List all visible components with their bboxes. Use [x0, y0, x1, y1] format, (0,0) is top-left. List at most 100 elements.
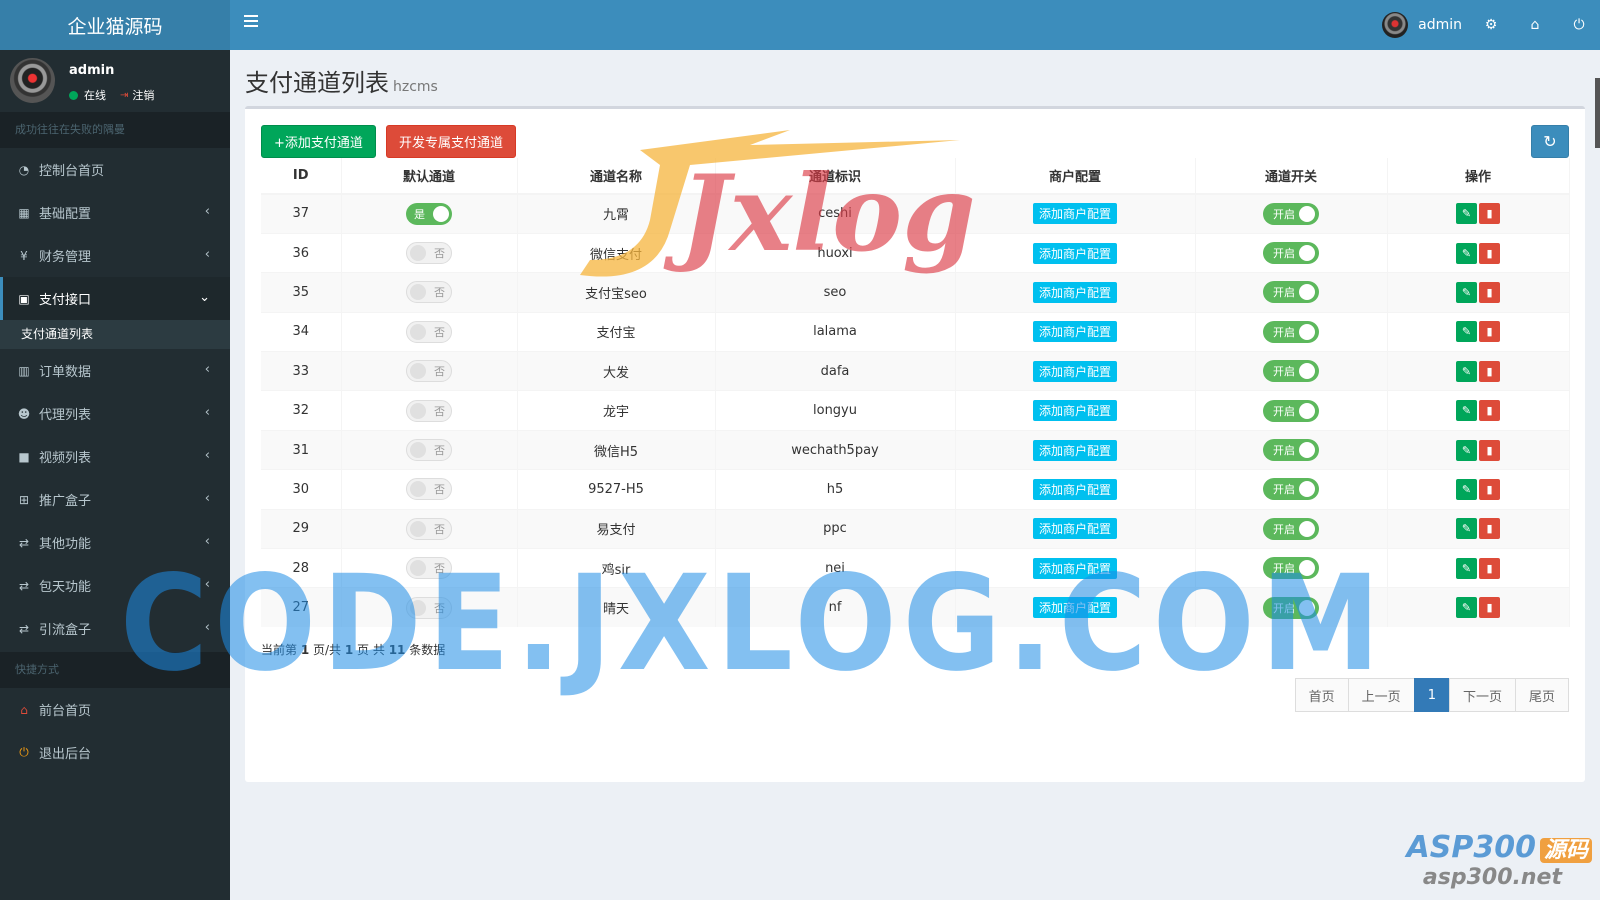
- edit-button[interactable]: ✎: [1456, 203, 1477, 225]
- edit-button[interactable]: ✎: [1456, 439, 1477, 461]
- default-switch[interactable]: 是: [406, 202, 452, 225]
- default-switch[interactable]: 否: [406, 242, 452, 265]
- sidebar-item-videos[interactable]: ■ 视频列表 ‹: [0, 435, 230, 478]
- add-merchant-config-button[interactable]: 添加商户配置: [1032, 321, 1117, 343]
- home-icon[interactable]: ⌂: [1528, 17, 1542, 33]
- cell-merchant: 添加商户配置: [955, 311, 1196, 352]
- page-scrollbar[interactable]: [1595, 78, 1600, 148]
- cell-code: ppc: [715, 508, 956, 549]
- cell-code: lalama: [715, 311, 956, 352]
- default-switch[interactable]: 否: [406, 478, 452, 501]
- retweet-icon: ⇄: [18, 578, 30, 593]
- edit-button[interactable]: ✎: [1456, 360, 1477, 382]
- cell-name: 龙宇: [517, 390, 716, 431]
- delete-button[interactable]: ▮: [1479, 518, 1500, 540]
- sidebar-item-orders[interactable]: ▥ 订单数据 ‹: [0, 349, 230, 392]
- page-last-button[interactable]: 尾页: [1514, 678, 1569, 712]
- trash-icon: ▮: [1486, 285, 1493, 299]
- edit-button[interactable]: ✎: [1456, 242, 1477, 264]
- add-channel-button[interactable]: +添加支付通道: [261, 125, 376, 158]
- channel-switch[interactable]: 开启: [1263, 360, 1319, 383]
- default-switch[interactable]: 否: [406, 320, 452, 343]
- cell-id: 35: [261, 272, 342, 313]
- edit-button[interactable]: ✎: [1456, 557, 1477, 579]
- sidebar-item-dashboard[interactable]: ◔ 控制台首页: [0, 148, 230, 191]
- page-next-button[interactable]: 下一页: [1448, 678, 1516, 712]
- sidebar-item-agents[interactable]: ☻ 代理列表 ‹: [0, 392, 230, 435]
- sidebar-item-finance[interactable]: ¥ 财务管理 ‹: [0, 234, 230, 277]
- channel-switch-label: 开启: [1273, 325, 1295, 339]
- navbar-username[interactable]: admin: [1418, 17, 1462, 33]
- add-merchant-config-button[interactable]: 添加商户配置: [1032, 518, 1117, 540]
- channel-switch[interactable]: 开启: [1263, 242, 1319, 265]
- edit-button[interactable]: ✎: [1456, 321, 1477, 343]
- logout-link[interactable]: 注销: [132, 87, 154, 103]
- edit-button[interactable]: ✎: [1456, 597, 1477, 619]
- sidebar-item-label: 其他功能: [39, 537, 92, 552]
- channel-switch[interactable]: 开启: [1263, 517, 1319, 540]
- delete-button[interactable]: ▮: [1479, 439, 1500, 461]
- add-merchant-config-button[interactable]: 添加商户配置: [1032, 203, 1117, 225]
- delete-button[interactable]: ▮: [1479, 360, 1500, 382]
- edit-button[interactable]: ✎: [1456, 518, 1477, 540]
- avatar: [10, 58, 55, 103]
- add-merchant-config-button[interactable]: 添加商户配置: [1032, 360, 1117, 382]
- default-switch[interactable]: 否: [406, 439, 452, 462]
- channel-switch[interactable]: 开启: [1263, 399, 1319, 422]
- channel-switch[interactable]: 开启: [1263, 281, 1319, 304]
- delete-button[interactable]: ▮: [1479, 242, 1500, 264]
- channel-switch[interactable]: 开启: [1263, 202, 1319, 225]
- jxlog-watermark-text: Jxlog: [663, 151, 976, 275]
- default-switch[interactable]: 否: [406, 360, 452, 383]
- delete-button[interactable]: ▮: [1479, 597, 1500, 619]
- cell-name: 大发: [517, 351, 716, 391]
- edit-button[interactable]: ✎: [1456, 478, 1477, 500]
- add-merchant-config-button[interactable]: 添加商户配置: [1032, 242, 1117, 264]
- add-merchant-config-button[interactable]: 添加商户配置: [1032, 281, 1117, 303]
- sidebar-subitem-channel-list[interactable]: 支付通道列表: [0, 320, 230, 349]
- refresh-button[interactable]: ↻: [1531, 125, 1569, 158]
- power-icon[interactable]: ⏻: [1572, 17, 1586, 33]
- table-row: 33 否大发 dafa 添加商户配置 开启 ✎ ▮: [261, 351, 1570, 391]
- delete-button[interactable]: ▮: [1479, 203, 1500, 225]
- app-logo[interactable]: 企业猫源码: [0, 0, 230, 50]
- delete-button[interactable]: ▮: [1479, 478, 1500, 500]
- delete-button[interactable]: ▮: [1479, 557, 1500, 579]
- chevron-left-icon: ‹: [204, 362, 210, 377]
- default-switch[interactable]: 否: [406, 399, 452, 422]
- logout-icon[interactable]: ⇥: [120, 90, 128, 101]
- switch-knob: [1299, 520, 1315, 537]
- edit-button[interactable]: ✎: [1456, 400, 1477, 422]
- cell-switch: 开启: [1195, 311, 1388, 352]
- cell-actions: ✎ ▮: [1387, 311, 1570, 352]
- sidebar-item-promo-box[interactable]: ⊞ 推广盒子 ‹: [0, 478, 230, 521]
- user-panel: admin 在线 ⇥ 注销: [0, 50, 230, 112]
- channel-switch[interactable]: 开启: [1263, 478, 1319, 501]
- delete-button[interactable]: ▮: [1479, 400, 1500, 422]
- user-avatar[interactable]: [1382, 12, 1409, 38]
- switch-knob: [1299, 442, 1315, 459]
- cell-code: dafa: [715, 351, 956, 391]
- settings-icon[interactable]: ⚙: [1484, 17, 1498, 33]
- code-jxlog-watermark: CODE.JXLOG.COM: [120, 548, 1387, 701]
- table-row: 34 否支付宝 lalama 添加商户配置 开启 ✎ ▮: [261, 311, 1570, 352]
- add-merchant-config-button[interactable]: 添加商户配置: [1032, 439, 1117, 461]
- delete-button[interactable]: ▮: [1479, 321, 1500, 343]
- channel-switch[interactable]: 开启: [1263, 439, 1319, 462]
- cell-default: 是: [341, 193, 518, 234]
- default-switch[interactable]: 否: [406, 517, 452, 540]
- retweet-icon: ⇄: [18, 621, 30, 636]
- add-merchant-config-button[interactable]: 添加商户配置: [1032, 400, 1117, 422]
- develop-channel-button[interactable]: 开发专属支付通道: [386, 125, 517, 158]
- default-switch[interactable]: 否: [406, 281, 452, 304]
- trash-icon: ▮: [1486, 404, 1493, 418]
- delete-button[interactable]: ▮: [1479, 281, 1500, 303]
- sidebar-item-basic-config[interactable]: ▦ 基础配置 ‹: [0, 191, 230, 234]
- add-merchant-config-button[interactable]: 添加商户配置: [1032, 478, 1117, 500]
- page-current-button[interactable]: 1: [1413, 678, 1450, 712]
- sidebar-item-payment[interactable]: ▣ 支付接口 ⌄: [0, 277, 230, 320]
- sidebar-toggle-icon[interactable]: [244, 15, 258, 27]
- sidebar-item-logout[interactable]: ⏻ 退出后台: [0, 731, 230, 774]
- edit-button[interactable]: ✎: [1456, 281, 1477, 303]
- channel-switch[interactable]: 开启: [1263, 320, 1319, 343]
